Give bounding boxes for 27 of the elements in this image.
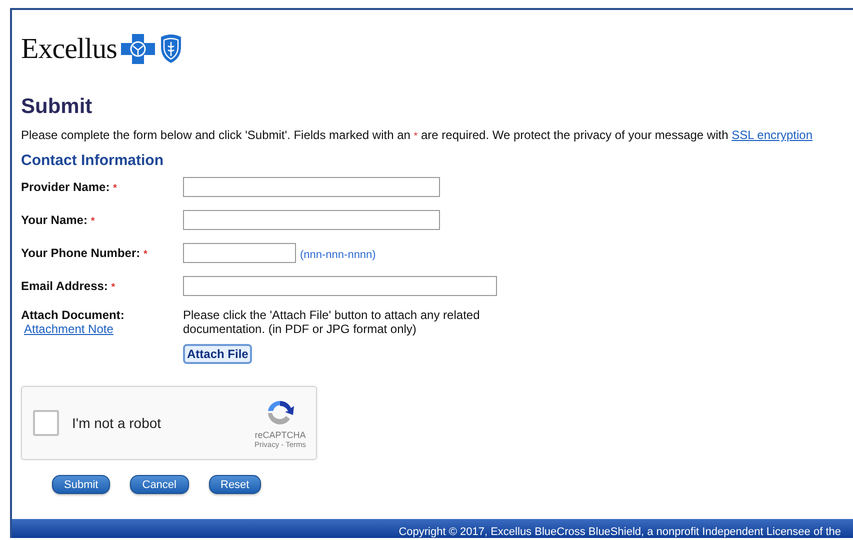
captcha-label: I'm not a robot (72, 415, 162, 431)
attach-file-button[interactable]: Attach File (183, 344, 252, 364)
logo-wordmark: Excellus (21, 32, 117, 66)
copyright-text: Copyright © 2017, Excellus BlueCross BlueShield, a nonprofit Independent Licensee of the (398, 526, 842, 538)
text-field[interactable] (183, 210, 440, 230)
action-button[interactable]: Submit (52, 475, 110, 494)
ssl-link[interactable]: SSL encryption (732, 128, 813, 142)
field-label: Email Address: * (21, 278, 116, 293)
text-field[interactable] (183, 243, 296, 263)
format-hint: (nnn-nnn-nnnn) (300, 249, 376, 261)
shield-icon (158, 34, 183, 64)
action-button[interactable]: Cancel (130, 475, 188, 494)
text-field[interactable] (183, 276, 497, 296)
attach-description: Please click the 'Attach File' button to attach any related documentation. (in PDF or JPG format only) (183, 308, 481, 336)
field-label: Attach Document: (21, 308, 126, 322)
recaptcha-brand: reCAPTCHA (254, 430, 306, 440)
field-label: Provider Name: * (21, 179, 118, 194)
field-label: Your Phone Number: * (21, 245, 148, 260)
text-field[interactable] (183, 177, 440, 197)
captcha-checkbox[interactable] (33, 410, 59, 436)
attachment-note-link[interactable]: Attachment Note (24, 322, 183, 336)
field-label: Your Name: * (21, 212, 96, 227)
section-title: Contact Information (21, 152, 164, 169)
page-title: Submit (21, 95, 94, 119)
intro-text: Please complete the form below and click 'Submit'. Fields marked with an * are required. We protect the privacy of your message with SSL encryption (21, 128, 814, 142)
action-button[interactable]: Reset (208, 475, 262, 494)
cross-icon (120, 34, 155, 64)
